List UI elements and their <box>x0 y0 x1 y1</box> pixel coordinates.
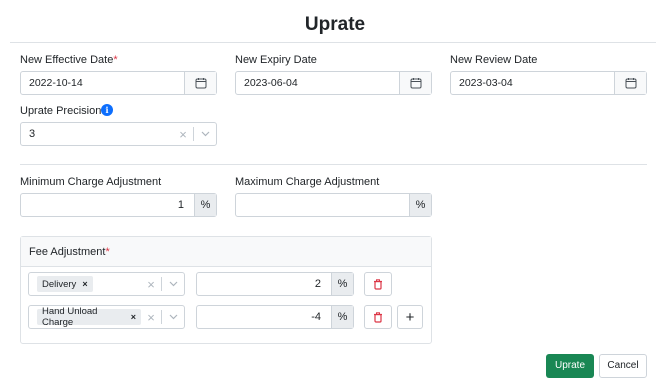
add-row-button[interactable]: + <box>397 305 423 329</box>
fee-value-input[interactable]: -4 <box>197 306 331 328</box>
tag-remove-icon[interactable]: × <box>131 312 136 322</box>
effective-date-label-text: New Effective Date <box>20 54 114 66</box>
precision-label-text: Uprate Precision <box>20 105 102 117</box>
fee-value-field[interactable]: 2 % <box>196 272 354 296</box>
calendar-icon[interactable] <box>614 72 646 94</box>
min-charge-label: Minimum Charge Adjustment <box>20 176 162 188</box>
trash-icon <box>374 278 382 290</box>
max-charge-field[interactable]: % <box>235 193 432 217</box>
delete-row-button[interactable] <box>364 272 392 296</box>
fee-type-select[interactable]: Hand Unload Charge × × <box>28 305 185 329</box>
info-icon[interactable]: i <box>101 104 113 116</box>
calendar-icon[interactable] <box>399 72 431 94</box>
section-divider <box>20 164 647 165</box>
uprate-button[interactable]: Uprate <box>546 354 594 378</box>
clear-icon[interactable]: × <box>141 310 161 325</box>
fee-tag: Hand Unload Charge × <box>37 306 141 328</box>
fee-value-field[interactable]: -4 % <box>196 305 354 329</box>
fee-type-select[interactable]: Delivery × × <box>28 272 185 296</box>
min-charge-input[interactable]: 1 <box>21 194 194 216</box>
precision-label: Uprate Precision* <box>20 105 106 117</box>
effective-date-label: New Effective Date* <box>20 54 118 66</box>
fee-adjustment-header: Fee Adjustment* <box>21 237 431 267</box>
required-mark: * <box>105 246 110 258</box>
review-date-label: New Review Date <box>450 54 538 66</box>
delete-row-button[interactable] <box>364 305 392 329</box>
tag-remove-icon[interactable]: × <box>82 279 87 289</box>
percent-addon: % <box>194 194 216 216</box>
fee-tag: Delivery × <box>37 276 93 292</box>
chevron-down-icon[interactable] <box>194 131 216 137</box>
max-charge-label: Maximum Charge Adjustment <box>235 176 380 188</box>
header-divider <box>10 42 656 43</box>
required-mark: * <box>113 54 118 66</box>
fee-value-input[interactable]: 2 <box>197 273 331 295</box>
chevron-down-icon[interactable] <box>162 281 184 287</box>
expiry-date-label: New Expiry Date <box>235 54 317 66</box>
trash-icon <box>374 311 382 323</box>
precision-value: 3 <box>29 128 36 140</box>
expiry-date-field[interactable]: 2023-06-04 <box>235 71 432 95</box>
min-charge-field[interactable]: 1 % <box>20 193 217 217</box>
percent-addon: % <box>331 306 353 328</box>
chevron-down-icon[interactable] <box>162 314 184 320</box>
effective-date-field[interactable]: 2022-10-14 <box>20 71 217 95</box>
fee-tag-label: Hand Unload Charge <box>42 306 98 328</box>
max-charge-input[interactable] <box>236 194 409 216</box>
clear-icon[interactable]: × <box>141 277 161 292</box>
page-title: Uprate <box>304 14 366 35</box>
expiry-date-input[interactable]: 2023-06-04 <box>236 72 399 94</box>
percent-addon: % <box>331 273 353 295</box>
calendar-icon[interactable] <box>184 72 216 94</box>
fee-type-value: Hand Unload Charge × <box>29 306 141 328</box>
precision-select[interactable]: 3 × <box>20 122 217 146</box>
percent-addon: % <box>409 194 431 216</box>
clear-icon[interactable]: × <box>173 127 193 142</box>
review-date-input[interactable]: 2023-03-04 <box>451 72 614 94</box>
fee-adjustment-title: Fee Adjustment <box>29 246 106 258</box>
effective-date-input[interactable]: 2022-10-14 <box>21 72 184 94</box>
review-date-field[interactable]: 2023-03-04 <box>450 71 647 95</box>
fee-type-value: Delivery × <box>29 276 141 292</box>
fee-tag-label: Delivery <box>42 278 77 290</box>
cancel-button[interactable]: Cancel <box>599 354 647 378</box>
